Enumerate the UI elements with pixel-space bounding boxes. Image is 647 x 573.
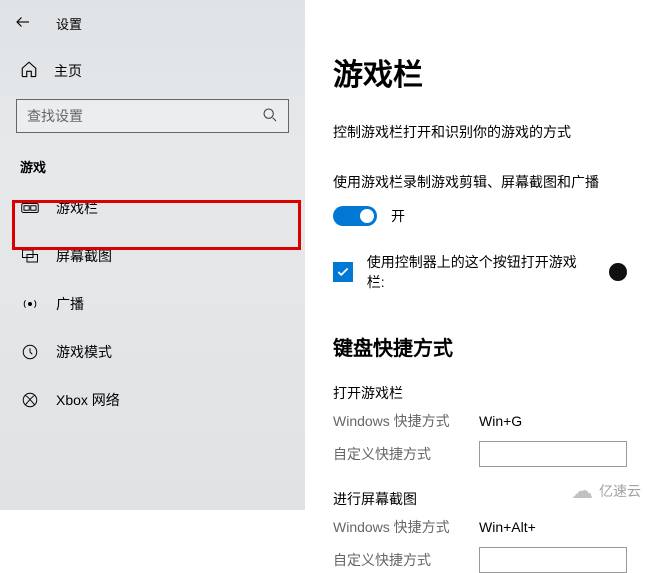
sidebar-item-home[interactable]: 主页 [16, 46, 289, 99]
page-title: 游戏栏 [333, 50, 627, 94]
sidebar-item-broadcast[interactable]: 广播 [16, 280, 289, 328]
record-toggle[interactable] [333, 206, 377, 226]
capture-icon [20, 248, 40, 264]
app-title: 设置 [56, 14, 82, 33]
record-label: 使用游戏栏录制游戏剪辑、屏幕截图和广播 [333, 172, 627, 192]
cloud-icon: ☁ [571, 478, 593, 504]
win-shortcut-label: Windows 快捷方式 [333, 411, 479, 431]
search-icon [262, 107, 278, 126]
shortcut-title: 打开游戏栏 [333, 383, 627, 403]
sidebar-item-gamemode[interactable]: 游戏模式 [16, 328, 289, 376]
gamemode-icon [20, 343, 40, 361]
sidebar: 设置 主页 游戏 游戏栏 屏幕截图 [0, 0, 305, 510]
controller-checkbox[interactable] [333, 262, 353, 282]
shortcut-group-open: 打开游戏栏 Windows 快捷方式 Win+G 自定义快捷方式 [333, 383, 627, 467]
xbox-icon [20, 391, 40, 409]
sidebar-item-xbox[interactable]: Xbox 网络 [16, 376, 289, 424]
back-icon[interactable] [14, 13, 32, 34]
home-label: 主页 [54, 61, 82, 81]
sidebar-item-label: 广播 [56, 294, 84, 314]
custom-shortcut-input[interactable] [479, 547, 627, 573]
win-shortcut-value: Win+Alt+ [479, 519, 536, 535]
home-icon [20, 60, 38, 81]
titlebar: 设置 [0, 0, 305, 46]
custom-shortcut-label: 自定义快捷方式 [333, 550, 479, 570]
custom-shortcut-label: 自定义快捷方式 [333, 444, 479, 464]
shortcuts-heading: 键盘快捷方式 [333, 332, 627, 361]
sidebar-item-label: Xbox 网络 [56, 390, 120, 410]
sidebar-item-gamebar[interactable]: 游戏栏 [16, 184, 289, 232]
custom-shortcut-input[interactable] [479, 441, 627, 467]
watermark: ☁ 亿速云 [571, 478, 641, 504]
search-input[interactable] [27, 108, 262, 124]
broadcast-icon [20, 295, 40, 313]
controller-label: 使用控制器上的这个按钮打开游戏栏: [367, 252, 592, 292]
main-panel: 游戏栏 控制游戏栏打开和识别你的游戏的方式 使用游戏栏录制游戏剪辑、屏幕截图和广… [305, 0, 647, 510]
gamebar-icon [20, 201, 40, 215]
toggle-state: 开 [391, 206, 405, 226]
sidebar-item-label: 游戏模式 [56, 342, 112, 362]
search-input-wrap[interactable] [16, 99, 289, 133]
xbox-logo-icon [609, 263, 627, 281]
section-label: 游戏 [16, 157, 289, 184]
watermark-text: 亿速云 [599, 481, 641, 501]
page-description: 控制游戏栏打开和识别你的游戏的方式 [333, 122, 627, 142]
sidebar-item-label: 屏幕截图 [56, 246, 112, 266]
sidebar-item-capture[interactable]: 屏幕截图 [16, 232, 289, 280]
win-shortcut-value: Win+G [479, 413, 522, 429]
win-shortcut-label: Windows 快捷方式 [333, 517, 479, 537]
sidebar-item-label: 游戏栏 [56, 198, 98, 218]
